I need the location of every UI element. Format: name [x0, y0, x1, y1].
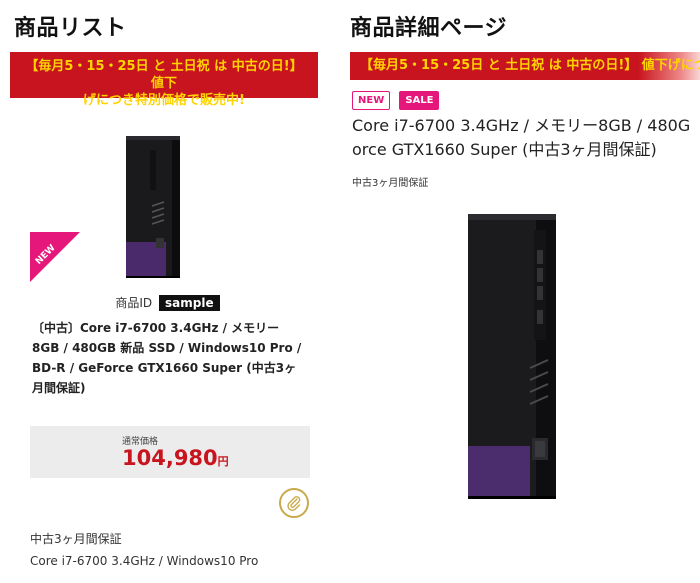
warranty-text-detail: 中古3ヶ月間保証	[352, 178, 429, 189]
new-ribbon: NEW	[30, 232, 80, 282]
product-title-line-1: Core i7-6700 3.4GHz / メモリー8GB / 480G	[352, 116, 691, 135]
product-thumbnail[interactable]	[112, 130, 192, 280]
promo-line-1: 【毎月5・15・25日 と 土日祝 は 中古の日!】 値下	[25, 59, 303, 91]
warranty-text: 中古3ヶ月間保証	[30, 532, 122, 546]
sale-badge: SALE	[399, 91, 440, 110]
product-detail-title: Core i7-6700 3.4GHz / メモリー8GB / 480G orc…	[352, 114, 700, 162]
product-id-row: 商品ID sample	[0, 294, 335, 311]
new-badge: NEW	[352, 91, 391, 110]
product-title-line-2: orce GTX1660 Super (中古3ヶ月間保証)	[352, 140, 657, 159]
product-subtitle: Core i7-6700 3.4GHz / Windows10 Pro	[30, 554, 259, 568]
promo-banner-detail: 【毎月5・15・25日 と 土日祝 は 中古の日!】 値下げにつき特別価格で販売…	[350, 52, 700, 80]
promo-line-2: げにつき特別価格で販売中!	[83, 93, 245, 108]
product-detail-panel: 商品詳細ページ 【毎月5・15・25日 と 土日祝 は 中古の日!】 値下げにつ…	[340, 0, 700, 583]
price-value: 104,980円	[122, 446, 229, 470]
product-id-label: 商品ID	[115, 296, 153, 310]
product-name-link[interactable]: 〔中古〕Core i7-6700 3.4GHz / メモリー8GB / 480G…	[32, 318, 302, 398]
price-unit: 円	[217, 455, 229, 468]
price-amount: 104,980	[122, 446, 218, 470]
badge-group: NEW SALE	[352, 88, 443, 110]
product-list-panel: 商品リスト 【毎月5・15・25日 と 土日祝 は 中古の日!】 値下 げにつき…	[0, 0, 335, 583]
promo-banner: 【毎月5・15・25日 と 土日祝 は 中古の日!】 値下 げにつき特別価格で販…	[10, 52, 318, 108]
product-id-tag: sample	[159, 295, 220, 311]
product-list-heading: 商品リスト	[14, 16, 127, 41]
price-box: 通常価格 104,980円	[30, 426, 310, 478]
paperclip-icon	[287, 496, 301, 511]
product-main-image[interactable]	[458, 210, 568, 500]
clip-button[interactable]	[279, 488, 309, 518]
pc-tower-image-large	[468, 214, 556, 499]
product-detail-heading: 商品詳細ページ	[350, 16, 508, 41]
pc-tower-image	[126, 136, 180, 278]
